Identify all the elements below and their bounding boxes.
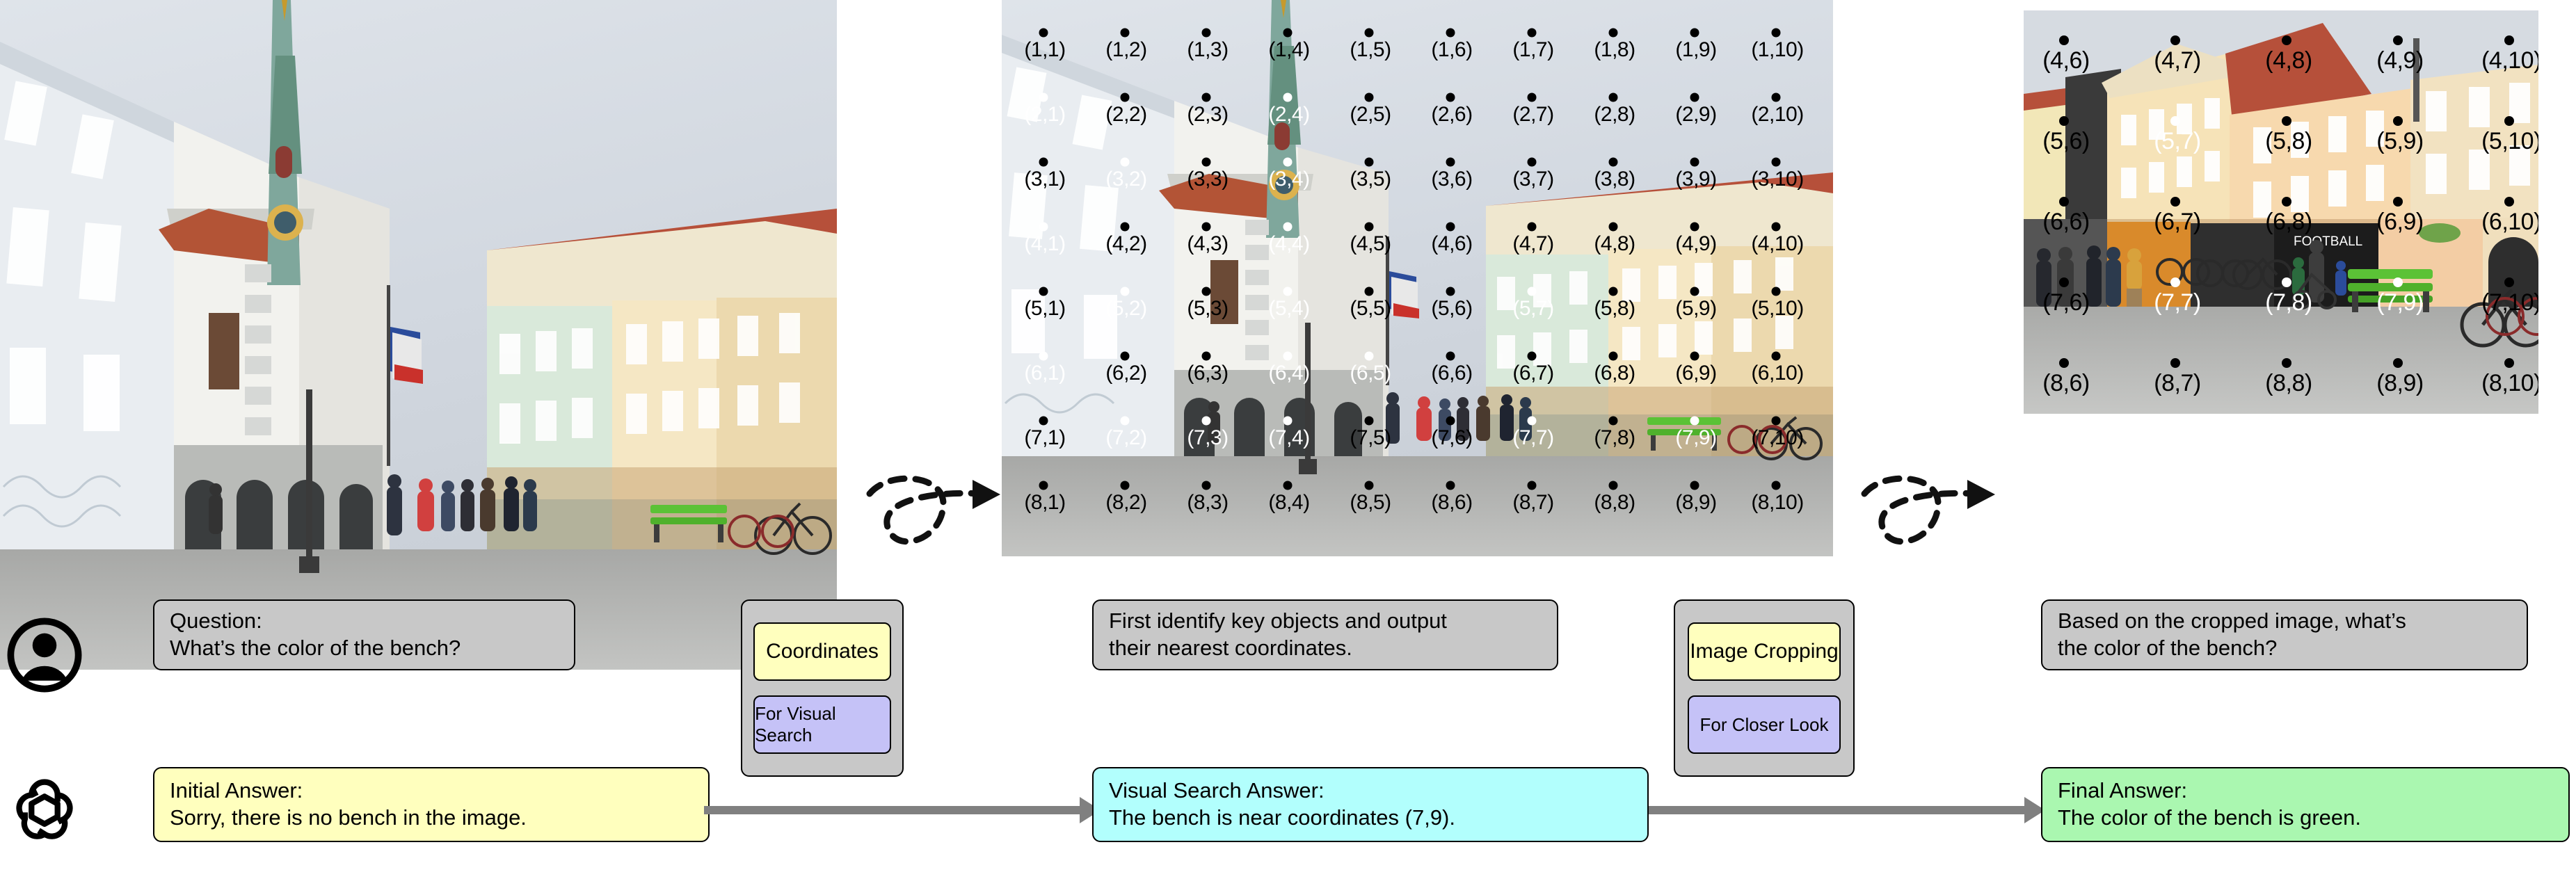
tool-coordinates-purpose[interactable]: For Visual Search xyxy=(753,695,891,754)
initial-answer-body: Sorry, there is no bench in the image. xyxy=(154,805,708,832)
tool-coordinates-group: Coordinates For Visual Search xyxy=(741,599,904,777)
instruction-2-box: Based on the cropped image, what’s the c… xyxy=(2041,599,2528,670)
instruction-2-line-2: the color of the bench? xyxy=(2042,635,2527,662)
visual-search-answer-heading: Visual Search Answer: xyxy=(1094,777,1647,805)
tool-image-cropping-label: Image Cropping xyxy=(1690,640,1838,663)
question-body: What’s the color of the bench? xyxy=(154,635,574,662)
final-answer-box: Final Answer: The color of the bench is … xyxy=(2041,767,2570,842)
final-answer-heading: Final Answer: xyxy=(2042,777,2568,805)
visual-search-answer-box: Visual Search Answer: The bench is near … xyxy=(1092,767,1649,842)
cropped-region-photo: FOOTBALL xyxy=(2024,10,2538,414)
original-street-photo xyxy=(0,0,837,670)
tool-coordinates-name[interactable]: Coordinates xyxy=(753,622,891,681)
tool-image-cropping-group: Image Cropping For Closer Look xyxy=(1674,599,1855,777)
flow-arrow-2-shaft xyxy=(1649,806,2026,814)
instruction-1-line-2: their nearest coordinates. xyxy=(1094,635,1557,662)
openai-logo-icon xyxy=(8,772,81,844)
dashed-transition-arrow-1 xyxy=(861,451,1016,567)
tool-image-cropping-purpose-label: For Closer Look xyxy=(1700,714,1829,736)
dashed-transition-arrow-2 xyxy=(1856,451,2010,567)
user-avatar-icon xyxy=(7,618,82,693)
initial-answer-box: Initial Answer: Sorry, there is no bench… xyxy=(153,767,710,842)
tool-coordinates-label: Coordinates xyxy=(766,640,879,663)
instruction-1-box: First identify key objects and output th… xyxy=(1092,599,1558,670)
final-answer-body: The color of the bench is green. xyxy=(2042,805,2568,832)
initial-answer-heading: Initial Answer: xyxy=(154,777,708,805)
flow-arrow-1-shaft xyxy=(704,806,1081,814)
tool-coordinates-purpose-label: For Visual Search xyxy=(755,703,890,746)
question-heading: Question: xyxy=(154,608,574,635)
tool-image-cropping-name[interactable]: Image Cropping xyxy=(1688,622,1841,681)
visual-search-answer-body: The bench is near coordinates (7,9). xyxy=(1094,805,1647,832)
instruction-1-line-1: First identify key objects and output xyxy=(1094,608,1557,635)
photo-with-coordinate-grid: (1,1)(1,2)(1,3)(1,4)(1,5)(1,6)(1,7)(1,8)… xyxy=(1002,0,1833,556)
instruction-2-line-1: Based on the cropped image, what’s xyxy=(2042,608,2527,635)
question-box: Question: What’s the color of the bench? xyxy=(153,599,575,670)
svg-text:FOOTBALL: FOOTBALL xyxy=(2294,234,2362,249)
tool-image-cropping-purpose[interactable]: For Closer Look xyxy=(1688,695,1841,754)
